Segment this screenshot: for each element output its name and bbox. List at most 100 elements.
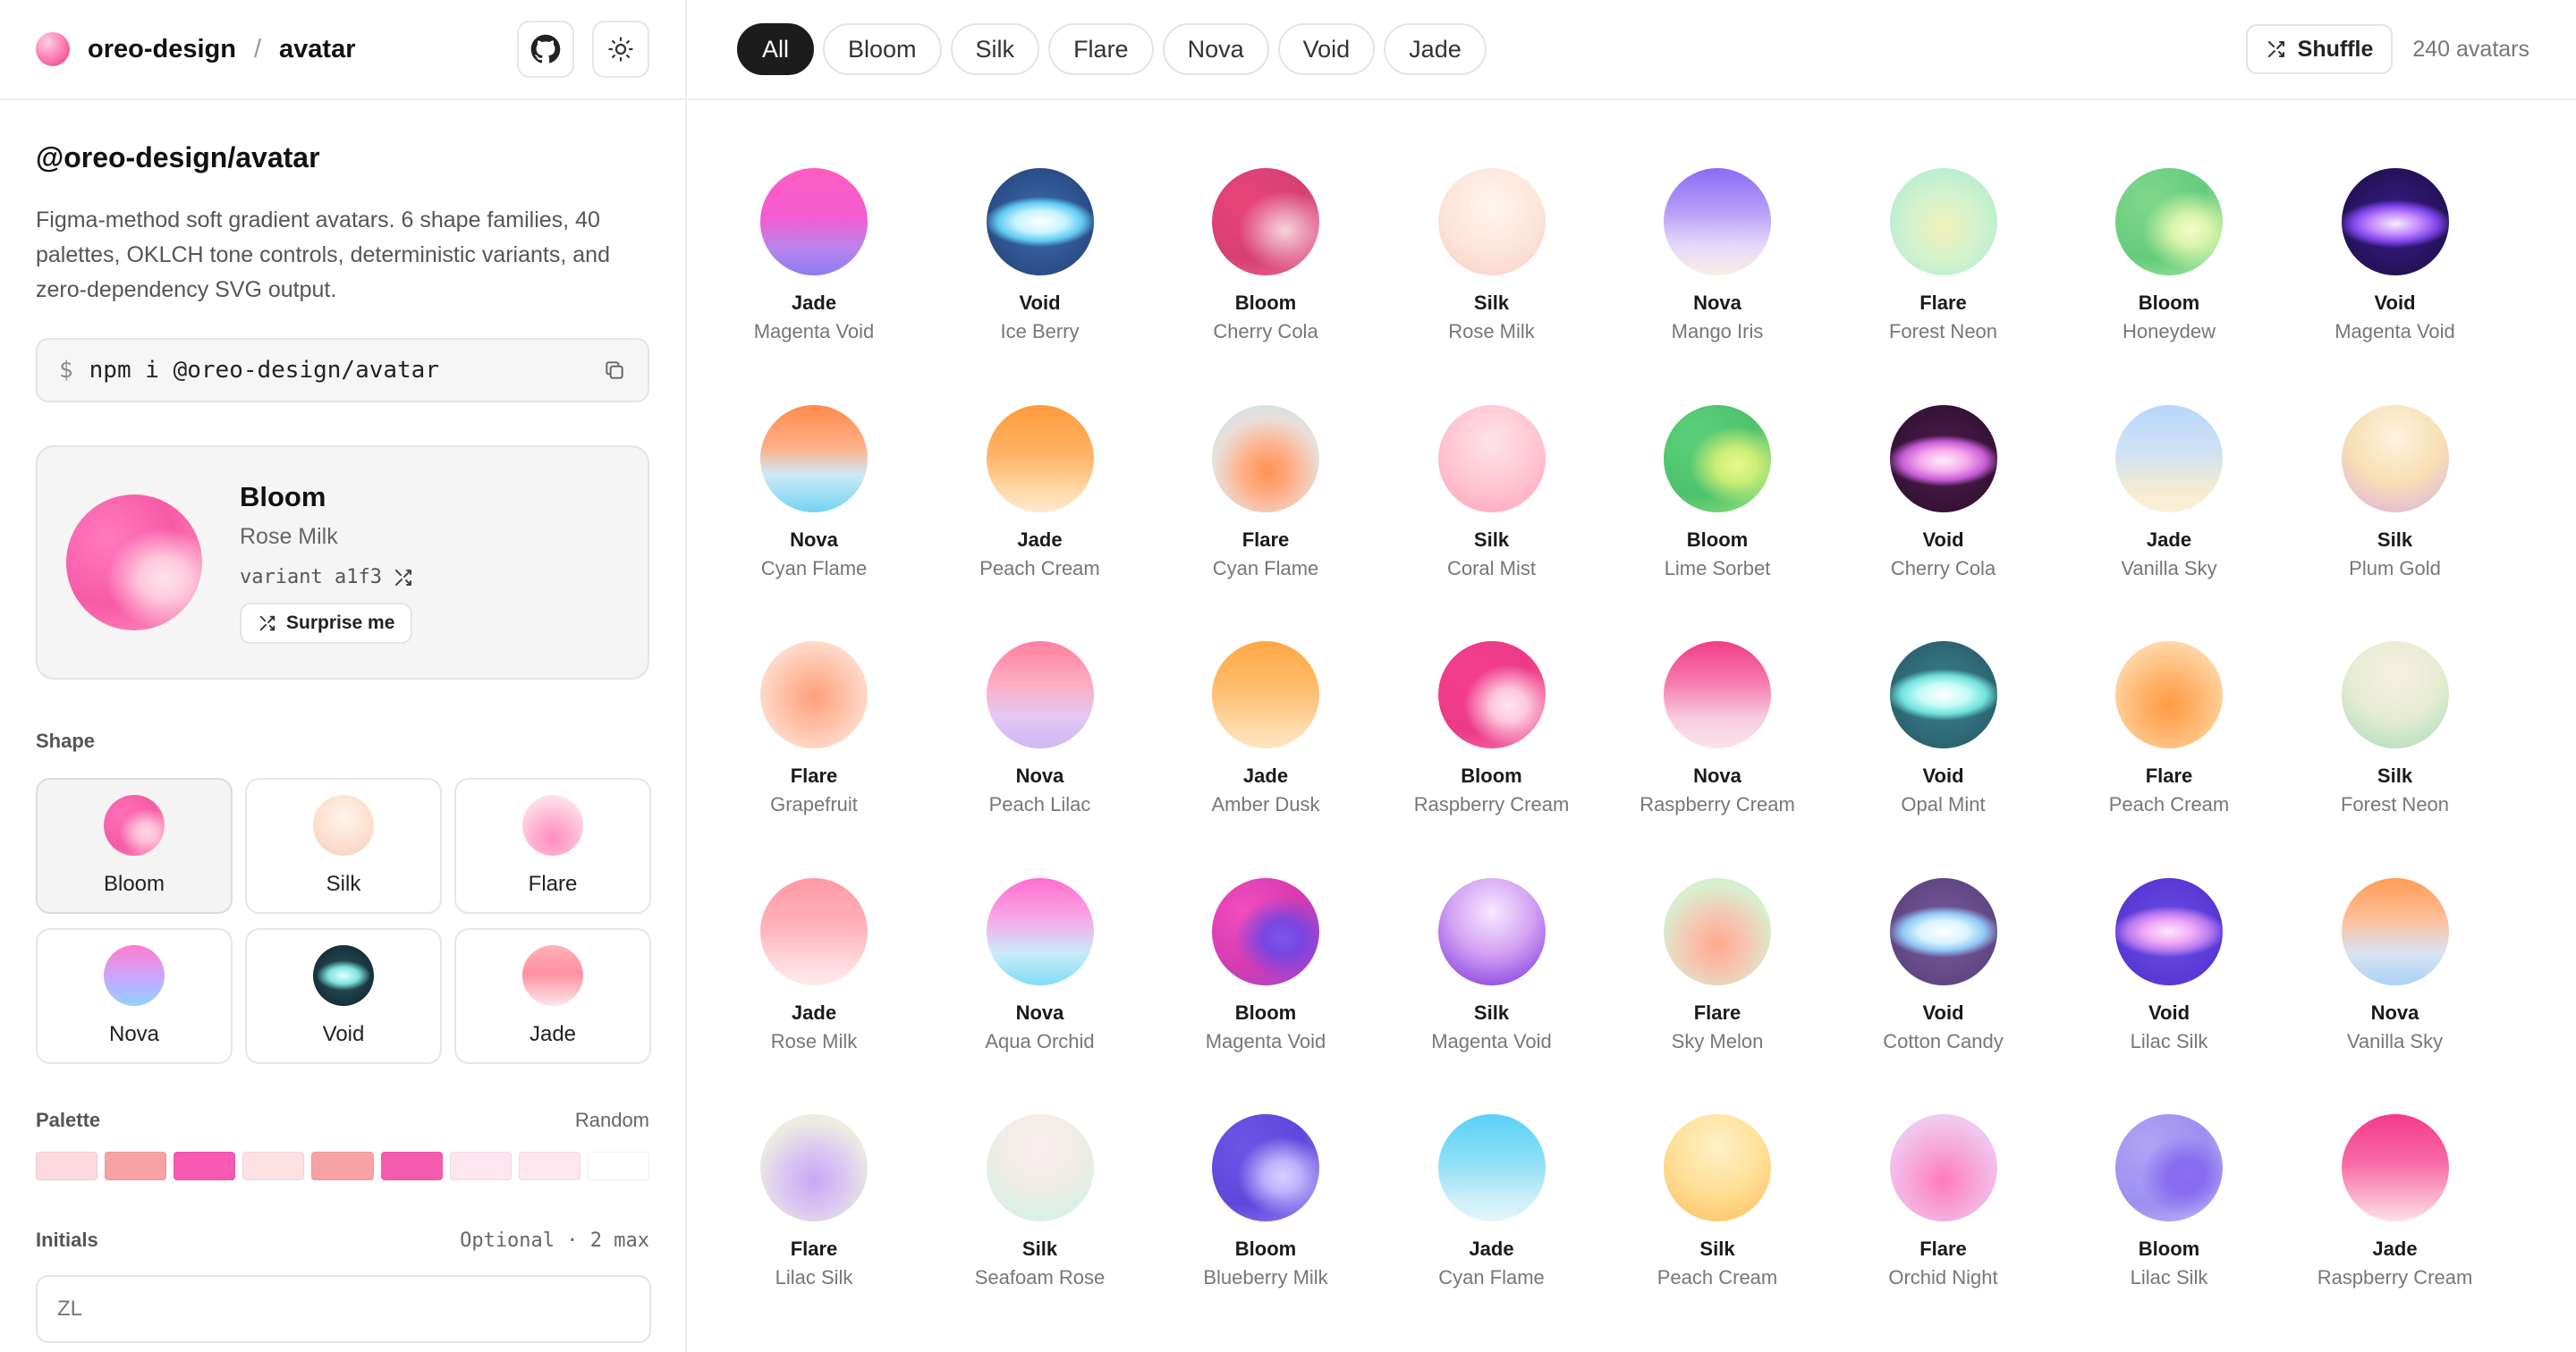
avatar-shape-label: Nova [1015, 765, 1064, 787]
avatar-card[interactable]: Void Lilac Silk [2056, 877, 2282, 1084]
avatar-card[interactable]: Jade Raspberry Cream [2283, 1114, 2508, 1320]
filter-chip-void[interactable]: Void [1277, 23, 1376, 75]
avatar-shape-label: Silk [1473, 292, 1510, 314]
shape-swatch [522, 945, 583, 1006]
filter-chip-nova[interactable]: Nova [1162, 23, 1269, 75]
avatar-image [2341, 877, 2449, 985]
avatar-card[interactable]: Nova Aqua Orchid [928, 877, 1153, 1084]
avatar-card[interactable]: Bloom Raspberry Cream [1379, 641, 1605, 847]
avatar-card[interactable]: Flare Grapefruit [701, 641, 927, 847]
theme-toggle-button[interactable] [592, 21, 649, 78]
avatar-card[interactable]: Flare Orchid Night [1831, 1114, 2056, 1320]
avatar-card[interactable]: Bloom Lime Sorbet [1605, 404, 1830, 611]
palette-swatch[interactable] [36, 1152, 98, 1180]
avatar-card[interactable]: Bloom Magenta Void [1153, 877, 1378, 1084]
avatar-shape-label: Nova [790, 528, 838, 551]
avatar-card[interactable]: Void Cotton Candy [1831, 877, 2056, 1084]
shape-swatch [313, 795, 374, 856]
avatar-card[interactable]: Silk Magenta Void [1379, 877, 1605, 1084]
avatar-card[interactable]: Flare Peach Cream [2056, 641, 2282, 847]
palette-swatch[interactable] [174, 1152, 236, 1180]
avatar-card[interactable]: Nova Mango Iris [1605, 168, 1830, 374]
avatar-card[interactable]: Jade Amber Dusk [1153, 641, 1378, 847]
copy-button[interactable] [603, 359, 626, 382]
avatar-card[interactable]: Silk Seafoam Rose [928, 1114, 1153, 1320]
avatar-card[interactable]: Flare Cyan Flame [1153, 404, 1378, 611]
avatar-palette-label: Rose Milk [1448, 320, 1535, 342]
avatar-card[interactable]: Bloom Cherry Cola [1153, 168, 1378, 374]
initials-input[interactable] [36, 1275, 651, 1343]
filter-chip-all[interactable]: All [737, 23, 815, 75]
avatar-card[interactable]: Nova Raspberry Cream [1605, 641, 1830, 847]
shape-option-jade[interactable]: Jade [454, 928, 651, 1064]
avatar-card[interactable]: Jade Rose Milk [701, 877, 927, 1084]
shuffle-label: Shuffle [2297, 36, 2374, 62]
preview-variant: variant a1f3 [240, 566, 414, 588]
avatar-card[interactable]: Silk Rose Milk [1379, 168, 1605, 374]
avatar-card[interactable]: Jade Cyan Flame [1379, 1114, 1605, 1320]
filter-chip-silk[interactable]: Silk [950, 23, 1040, 75]
avatar-card[interactable]: Flare Lilac Silk [701, 1114, 927, 1320]
brand-name[interactable]: oreo-design [88, 35, 236, 64]
avatar-image [1889, 641, 1997, 748]
surprise-me-button[interactable]: Surprise me [240, 603, 413, 644]
palette-swatch[interactable] [380, 1152, 443, 1180]
preview-card: Bloom Rose Milk variant a1f3 Surprise me [36, 445, 649, 680]
avatar-shape-label: Bloom [1234, 1001, 1297, 1024]
palette-swatch[interactable] [242, 1152, 305, 1180]
avatar-card[interactable]: Nova Peach Lilac [928, 641, 1153, 847]
avatar-image [1889, 877, 1997, 985]
palette-random-link[interactable]: Random [575, 1109, 649, 1132]
avatar-shape-label: Flare [790, 1238, 838, 1260]
avatar-card[interactable]: Jade Magenta Void [701, 168, 927, 374]
avatar-card[interactable]: Bloom Blueberry Milk [1153, 1114, 1378, 1320]
avatar-card[interactable]: Flare Sky Melon [1605, 877, 1830, 1084]
avatar-card[interactable]: Void Cherry Cola [1831, 404, 2056, 611]
shape-option-void[interactable]: Void [245, 928, 442, 1064]
avatar-card[interactable]: Silk Coral Mist [1379, 404, 1605, 611]
avatar-shape-label: Jade [1017, 528, 1063, 551]
avatar-image [1212, 404, 1319, 512]
avatar-shape-label: Silk [2377, 765, 2413, 787]
palette-swatch[interactable] [518, 1152, 580, 1180]
avatar-card[interactable]: Jade Vanilla Sky [2056, 404, 2282, 611]
avatar-card[interactable]: Silk Plum Gold [2283, 404, 2508, 611]
avatar-image [986, 877, 1094, 985]
palette-swatch[interactable] [105, 1152, 167, 1180]
avatar-image [1664, 404, 1771, 512]
shape-option-nova[interactable]: Nova [36, 928, 233, 1064]
avatar-card[interactable]: Bloom Honeydew [2056, 168, 2282, 374]
shuffle-icon[interactable] [393, 567, 414, 588]
filter-chip-jade[interactable]: Jade [1384, 23, 1487, 75]
avatar-card[interactable]: Nova Vanilla Sky [2283, 877, 2508, 1084]
breadcrumb-package[interactable]: avatar [279, 35, 355, 64]
avatar-palette-label: Rose Milk [770, 1029, 858, 1052]
avatar-card[interactable]: Void Opal Mint [1831, 641, 2056, 847]
palette-swatch[interactable] [587, 1152, 649, 1180]
avatar-card[interactable]: Flare Forest Neon [1831, 168, 2056, 374]
avatar-palette-label: Sky Melon [1671, 1029, 1764, 1052]
shape-option-flare[interactable]: Flare [454, 778, 651, 914]
avatar-card[interactable]: Bloom Lilac Silk [2056, 1114, 2282, 1320]
avatar-card[interactable]: Void Ice Berry [928, 168, 1153, 374]
avatar-card[interactable]: Nova Cyan Flame [701, 404, 927, 611]
shape-option-silk[interactable]: Silk [245, 778, 442, 914]
filter-chip-flare[interactable]: Flare [1048, 23, 1154, 75]
palette-swatch[interactable] [311, 1152, 374, 1180]
avatar-shape-label: Jade [2146, 528, 2192, 551]
avatar-palette-label: Peach Cream [2108, 793, 2230, 815]
filter-chip-bloom[interactable]: Bloom [823, 23, 942, 75]
avatar-card[interactable]: Void Magenta Void [2283, 168, 2508, 374]
avatar-palette-label: Cotton Candy [1883, 1029, 2004, 1052]
avatar-shape-label: Jade [791, 1001, 837, 1024]
avatar-card[interactable]: Silk Forest Neon [2283, 641, 2508, 847]
palette-swatch[interactable] [449, 1152, 512, 1180]
github-button[interactable] [517, 21, 574, 78]
avatar-palette-label: Peach Cream [979, 556, 1100, 579]
palette-swatches [36, 1152, 649, 1180]
avatar-card[interactable]: Silk Peach Cream [1605, 1114, 1830, 1320]
shuffle-button[interactable]: Shuffle [2245, 24, 2394, 74]
avatar-image [1212, 168, 1319, 275]
avatar-card[interactable]: Jade Peach Cream [928, 404, 1153, 611]
shape-option-bloom[interactable]: Bloom [36, 778, 233, 914]
